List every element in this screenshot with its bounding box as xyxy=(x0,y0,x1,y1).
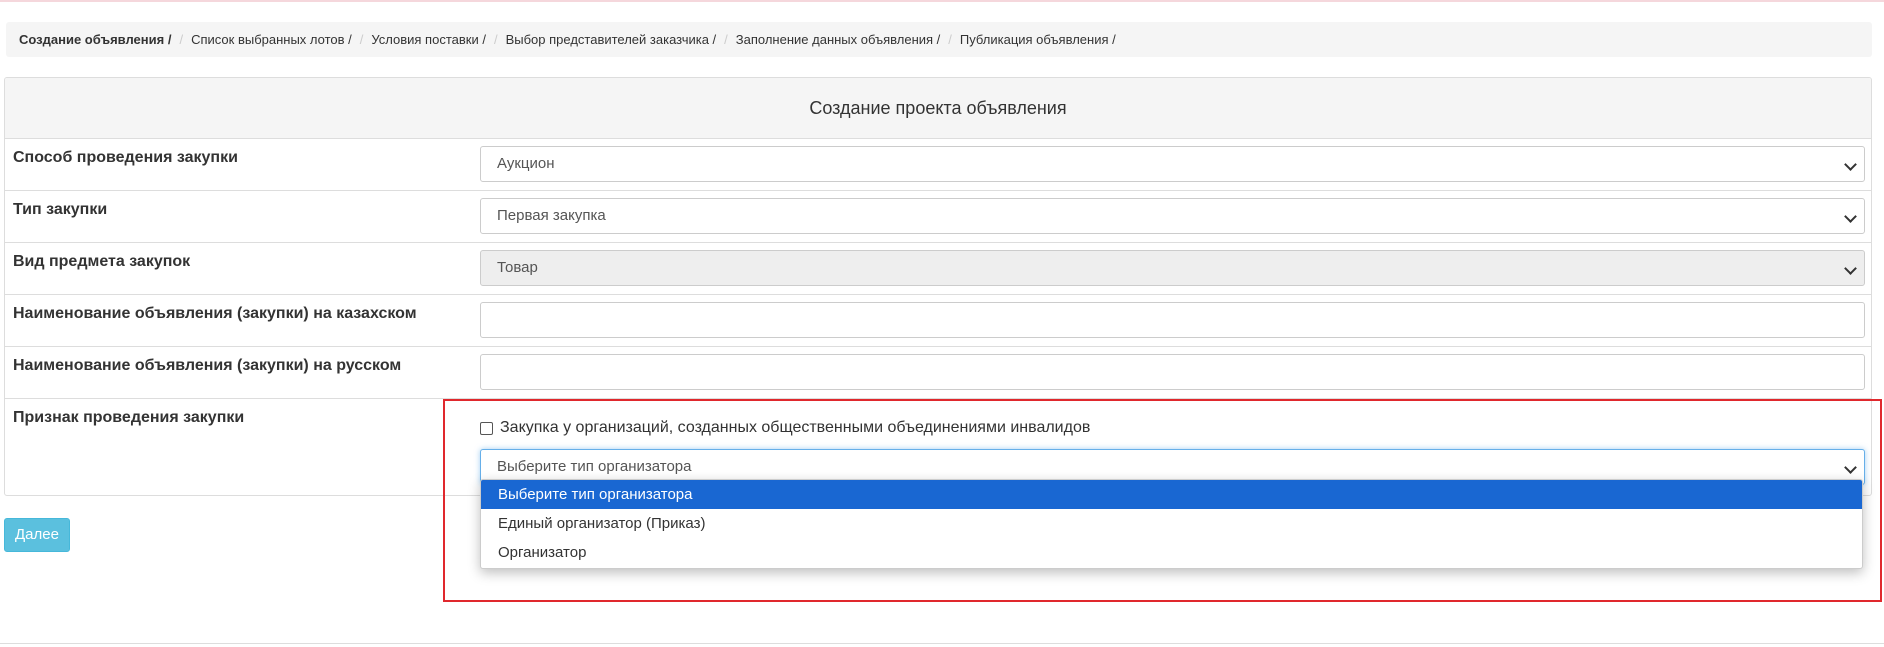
organizer-type-dropdown: Выберите тип организатора Единый организ… xyxy=(480,479,1863,569)
name-kz-input[interactable] xyxy=(480,302,1865,338)
breadcrumb-item-delivery[interactable]: Условия поставки / xyxy=(371,22,486,57)
breadcrumb-separator: / xyxy=(359,32,364,47)
breadcrumb-item-lots[interactable]: Список выбранных лотов / xyxy=(191,22,352,57)
chevron-down-icon xyxy=(1844,210,1857,223)
subject-label: Вид предмета закупок xyxy=(13,253,191,270)
disabled-org-checkbox-row[interactable]: Закупка у организаций, созданных обществ… xyxy=(480,418,1090,438)
breadcrumb-item-create[interactable]: Создание объявления / xyxy=(6,22,171,57)
form-row-name-kz: Наименование объявления (закупки) на каз… xyxy=(5,295,1871,347)
type-select[interactable]: Первая закупка xyxy=(480,198,1865,234)
name-ru-input[interactable] xyxy=(480,354,1865,390)
breadcrumb-item-representatives[interactable]: Выбор представителей заказчика / xyxy=(506,22,717,57)
next-button[interactable]: Далее xyxy=(4,518,70,552)
breadcrumb-separator: / xyxy=(724,32,728,47)
breadcrumb-separator: / xyxy=(179,32,184,47)
form-row-subject: Вид предмета закупок Товар xyxy=(5,243,1871,295)
breadcrumb-item-data[interactable]: Заполнение данных объявления / xyxy=(736,22,941,57)
chevron-down-icon xyxy=(1844,158,1857,171)
breadcrumb-separator: / xyxy=(493,32,498,47)
dropdown-option-single-organizer[interactable]: Единый организатор (Приказ) xyxy=(481,509,1862,538)
top-alert-line xyxy=(0,0,1884,2)
form-row-name-ru: Наименование объявления (закупки) на рус… xyxy=(5,347,1871,399)
breadcrumb-separator: / xyxy=(948,32,952,47)
announcement-form-panel: Создание проекта объявления Способ прове… xyxy=(4,77,1872,496)
subject-select: Товар xyxy=(480,250,1865,286)
panel-title: Создание проекта объявления xyxy=(5,78,1871,139)
sign-label: Признак проведения закупки xyxy=(13,409,245,426)
organizer-type-select-value: Выберите тип организатора xyxy=(497,458,692,475)
method-select-value: Аукцион xyxy=(497,155,555,172)
chevron-down-icon xyxy=(1844,461,1857,474)
disabled-org-checkbox-label[interactable]: Закупка у организаций, созданных обществ… xyxy=(500,419,1090,437)
form-row-method: Способ проведения закупки Аукцион xyxy=(5,139,1871,191)
breadcrumb-item-publish[interactable]: Публикация объявления / xyxy=(960,22,1116,57)
chevron-down-icon xyxy=(1844,262,1857,275)
type-select-value: Первая закупка xyxy=(497,207,606,224)
bottom-divider xyxy=(0,643,1884,644)
method-select[interactable]: Аукцион xyxy=(480,146,1865,182)
breadcrumb: Создание объявления / / Список выбранных л… xyxy=(6,22,1872,57)
name-kz-label: Наименование объявления (закупки) на каз… xyxy=(13,305,417,322)
form-row-type: Тип закупки Первая закупка xyxy=(5,191,1871,243)
subject-select-value: Товар xyxy=(497,259,538,276)
checkbox-icon[interactable] xyxy=(480,421,493,435)
type-label: Тип закупки xyxy=(13,201,108,218)
dropdown-option-placeholder[interactable]: Выберите тип организатора xyxy=(481,480,1862,509)
method-label: Способ проведения закупки xyxy=(13,149,238,166)
dropdown-option-organizer[interactable]: Организатор xyxy=(481,538,1862,567)
name-ru-label: Наименование объявления (закупки) на рус… xyxy=(13,357,402,374)
